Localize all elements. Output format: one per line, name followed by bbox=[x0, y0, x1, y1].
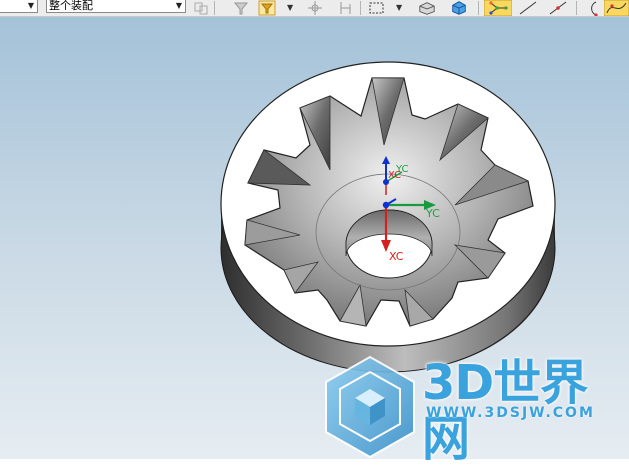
spline-point-icon[interactable] bbox=[604, 0, 629, 16]
arc-center-icon[interactable] bbox=[584, 0, 602, 16]
filter-icon[interactable] bbox=[232, 0, 250, 16]
type-filter-dropdown[interactable]: ▼ bbox=[0, 0, 38, 13]
wcs-center-y-label: YC bbox=[425, 207, 440, 220]
shaded-face-icon[interactable] bbox=[418, 0, 436, 16]
chevron-down-icon[interactable]: ▼ bbox=[25, 0, 37, 12]
selection-scope-dropdown[interactable]: 整个装配 ▼ bbox=[46, 0, 186, 13]
reset-filter-icon[interactable] bbox=[258, 0, 276, 16]
wcs-center-x-label: XC bbox=[389, 250, 404, 263]
assembly-filter-icon[interactable] bbox=[192, 0, 210, 16]
mid-point-icon[interactable] bbox=[546, 0, 570, 16]
watermark-url: WWW.3DSJW.COM bbox=[426, 405, 595, 421]
snap-point-icon[interactable] bbox=[306, 0, 324, 16]
selection-scope-value: 整个装配 bbox=[49, 0, 93, 12]
chevron-down-icon[interactable]: ▼ bbox=[287, 0, 305, 16]
rectangle-select-icon[interactable] bbox=[368, 0, 386, 16]
graphics-viewport[interactable]: YC XC YC XC 3D世界网 WWW.3DSJW.COM bbox=[0, 17, 629, 467]
wcs-top-x-label: XC bbox=[388, 170, 401, 181]
chevron-down-icon[interactable]: ▼ bbox=[173, 0, 185, 12]
end-point-icon[interactable] bbox=[516, 0, 540, 16]
shaded-solid-icon[interactable] bbox=[450, 0, 468, 16]
toolbar-separator bbox=[478, 1, 479, 15]
toolbar-separator bbox=[360, 1, 361, 15]
main-toolbar: ▼ 整个装配 ▼ ▼ ▼ bbox=[0, 0, 629, 17]
toolbar-separator bbox=[576, 1, 577, 15]
toolbar-separator bbox=[214, 1, 215, 15]
snap-points-icon[interactable] bbox=[484, 0, 512, 16]
point-constructor-icon[interactable] bbox=[336, 0, 354, 16]
chevron-down-icon[interactable]: ▼ bbox=[396, 0, 414, 16]
